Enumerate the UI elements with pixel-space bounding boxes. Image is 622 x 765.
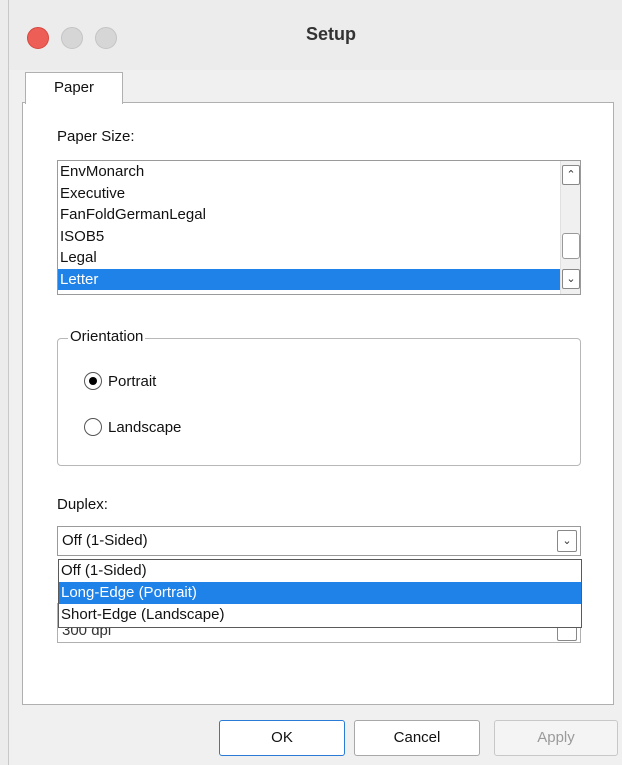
paper-size-label-text: Paper Size: bbox=[57, 128, 135, 145]
list-item-selected[interactable]: Letter bbox=[58, 268, 561, 290]
list-item[interactable]: EnvMonarch bbox=[58, 161, 561, 183]
list-item[interactable]: Legal bbox=[58, 247, 561, 269]
duplex-label-text: Duplex: bbox=[57, 496, 108, 513]
chevron-up-icon[interactable]: ⌃ bbox=[562, 165, 580, 185]
duplex-label: Duplex: bbox=[57, 496, 108, 513]
orientation-label: Orientation bbox=[68, 328, 146, 345]
title-bar: Setup bbox=[9, 0, 622, 70]
portrait-label: Portrait bbox=[108, 372, 157, 390]
dropdown-option[interactable]: Short-Edge (Landscape) bbox=[59, 604, 581, 626]
paper-tab-panel: Paper Size: EnvMonarch Executive FanFold… bbox=[22, 102, 614, 705]
duplex-select[interactable]: Off (1-Sided) ⌄ bbox=[57, 526, 581, 556]
paper-size-scrollbar[interactable]: ⌃ ⌄ bbox=[560, 161, 580, 294]
cancel-button[interactable]: Cancel bbox=[354, 720, 480, 756]
list-item[interactable]: FanFoldGermanLegal bbox=[58, 204, 561, 226]
duplex-dropdown-list[interactable]: Off (1-Sided) Long-Edge (Portrait) Short… bbox=[58, 559, 582, 628]
dropdown-option-highlighted[interactable]: Long-Edge (Portrait) bbox=[59, 582, 581, 604]
setup-window: Setup Paper Paper Size: EnvMonarch Execu… bbox=[8, 0, 622, 765]
window-title: Setup bbox=[305, 24, 356, 44]
paper-size-listbox[interactable]: EnvMonarch Executive FanFoldGermanLegal … bbox=[57, 160, 581, 295]
tab-paper[interactable]: Paper bbox=[25, 72, 123, 104]
landscape-option[interactable]: Landscape bbox=[84, 418, 181, 436]
landscape-radio[interactable] bbox=[84, 418, 102, 436]
dropdown-option[interactable]: Off (1-Sided) bbox=[59, 560, 581, 582]
paper-size-label: Paper Size: bbox=[57, 128, 135, 145]
ok-button[interactable]: OK bbox=[219, 720, 345, 756]
duplex-value: Off (1-Sided) bbox=[62, 532, 148, 549]
portrait-radio[interactable] bbox=[84, 372, 102, 390]
orientation-group: Orientation Portrait Landscape bbox=[57, 328, 581, 466]
list-item[interactable]: Executive bbox=[58, 183, 561, 205]
chevron-down-icon[interactable]: ⌄ bbox=[557, 530, 577, 552]
chevron-down-icon[interactable]: ⌄ bbox=[562, 269, 580, 289]
portrait-option[interactable]: Portrait bbox=[84, 372, 156, 390]
scroll-thumb[interactable] bbox=[562, 233, 580, 259]
apply-button[interactable]: Apply bbox=[494, 720, 618, 756]
landscape-label: Landscape bbox=[108, 418, 182, 436]
list-item[interactable]: ISOB5 bbox=[58, 226, 561, 248]
